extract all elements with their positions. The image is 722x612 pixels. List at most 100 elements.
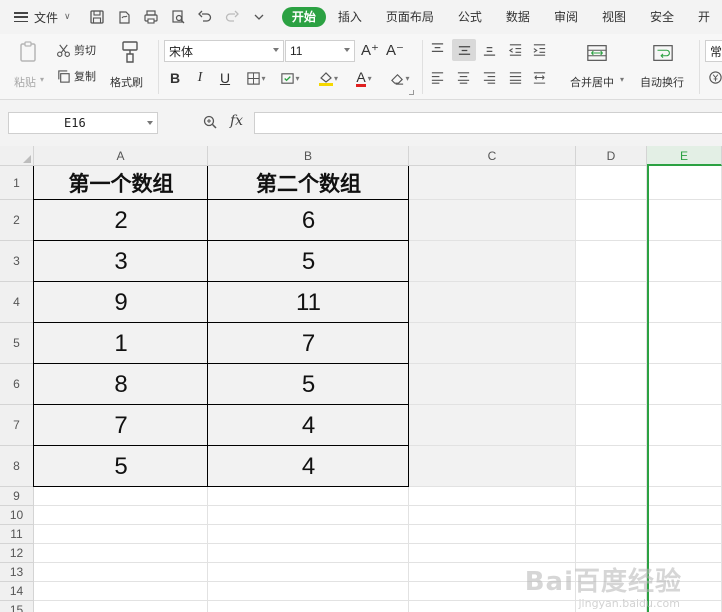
table-cell[interactable]: 7 bbox=[34, 405, 208, 446]
tab-review[interactable]: 审阅 bbox=[542, 7, 590, 27]
table-cell[interactable]: 1 bbox=[34, 323, 208, 364]
select-all-button[interactable] bbox=[0, 146, 34, 166]
print-icon[interactable] bbox=[143, 9, 160, 26]
tab-developer[interactable]: 开 bbox=[686, 7, 722, 27]
grow-font-button[interactable]: A⁺ bbox=[361, 41, 379, 59]
wrap-text-button[interactable]: 自动换行 bbox=[638, 40, 692, 92]
table-cell[interactable] bbox=[409, 200, 575, 240]
align-top-button[interactable] bbox=[430, 42, 448, 58]
tab-data[interactable]: 数据 bbox=[494, 7, 542, 27]
save-icon[interactable] bbox=[89, 9, 106, 26]
format-painter-button[interactable]: 格式刷 bbox=[110, 40, 152, 92]
chevron-down-icon: ▾ bbox=[405, 73, 410, 83]
name-box[interactable]: E16 bbox=[8, 112, 158, 134]
tab-insert[interactable]: 插入 bbox=[326, 7, 374, 27]
underline-button[interactable]: U bbox=[216, 68, 234, 88]
table-cell[interactable] bbox=[409, 166, 575, 199]
column-header-a[interactable]: A bbox=[34, 146, 208, 166]
row-header-3[interactable]: 3 bbox=[0, 241, 34, 282]
column-header-b[interactable]: B bbox=[208, 146, 409, 166]
distributed-align-button[interactable] bbox=[532, 70, 550, 86]
clear-format-button[interactable]: ▾ bbox=[386, 68, 414, 88]
table-cell[interactable] bbox=[409, 405, 575, 445]
row-header-11[interactable]: 11 bbox=[0, 525, 34, 544]
table-cell[interactable]: 5 bbox=[208, 364, 409, 405]
row-header-15[interactable]: 15 bbox=[0, 601, 34, 612]
table-cell[interactable] bbox=[409, 364, 575, 404]
align-bottom-button[interactable] bbox=[482, 42, 500, 58]
print-preview-icon[interactable] bbox=[170, 9, 187, 26]
shrink-font-button[interactable]: A⁻ bbox=[386, 41, 404, 59]
currency-icon[interactable] bbox=[708, 70, 722, 86]
row-header-8[interactable]: 8 bbox=[0, 446, 34, 487]
row-header-7[interactable]: 7 bbox=[0, 405, 34, 446]
table-cell[interactable] bbox=[409, 446, 575, 486]
align-center-button[interactable] bbox=[456, 70, 474, 86]
table-cell[interactable] bbox=[409, 323, 575, 363]
column-header-e[interactable]: E bbox=[647, 146, 722, 166]
output-pdf-icon[interactable] bbox=[116, 9, 133, 26]
row-header-12[interactable]: 12 bbox=[0, 544, 34, 563]
worksheet-grid[interactable]: ABCDE 1 2 3 4 5 6 7 8 9 10 11 12 13 14 15 第一个数组 第二个数组 2 6… bbox=[0, 146, 722, 612]
fill-color-button[interactable]: ▾ bbox=[314, 68, 342, 88]
table-cell[interactable]: 11 bbox=[208, 282, 409, 323]
table-cell[interactable]: 4 bbox=[208, 405, 409, 446]
table-cell[interactable]: 7 bbox=[208, 323, 409, 364]
file-menu[interactable]: 文件 ∨ bbox=[0, 9, 85, 26]
font-color-button[interactable]: A ▾ bbox=[350, 68, 378, 88]
table-cell[interactable]: 6 bbox=[208, 200, 409, 241]
font-name-select[interactable]: 宋体 bbox=[164, 40, 284, 62]
table-cell[interactable]: 5 bbox=[34, 446, 208, 487]
table-cell[interactable]: 5 bbox=[208, 241, 409, 282]
table-cell[interactable]: 2 bbox=[34, 200, 208, 241]
tab-home[interactable]: 开始 bbox=[281, 7, 326, 27]
italic-button[interactable]: I bbox=[191, 68, 209, 88]
table-cell[interactable]: 9 bbox=[34, 282, 208, 323]
paste-button[interactable]: 粘贴 ▾ bbox=[12, 40, 46, 92]
row-header-9[interactable]: 9 bbox=[0, 487, 34, 506]
table-header-cell[interactable]: 第二个数组 bbox=[208, 166, 409, 200]
row-header-6[interactable]: 6 bbox=[0, 364, 34, 405]
row-header-4[interactable]: 4 bbox=[0, 282, 34, 323]
column-header-d[interactable]: D bbox=[576, 146, 647, 166]
table-cell[interactable] bbox=[409, 282, 575, 322]
cut-button[interactable]: 剪切 bbox=[56, 40, 106, 60]
row-header-2[interactable]: 2 bbox=[0, 200, 34, 241]
formula-input[interactable] bbox=[254, 112, 722, 134]
redo-icon[interactable] bbox=[224, 9, 241, 26]
tab-page-layout[interactable]: 页面布局 bbox=[374, 7, 446, 27]
column-header-c[interactable]: C bbox=[409, 146, 576, 166]
align-top-icon bbox=[431, 43, 444, 52]
font-size-select[interactable]: 11 bbox=[285, 40, 355, 62]
row-header-1[interactable]: 1 bbox=[0, 166, 34, 200]
insert-function-button[interactable]: fx bbox=[230, 113, 243, 129]
table-cell[interactable]: 4 bbox=[208, 446, 409, 487]
merge-center-button[interactable]: 合并居中 ▾ bbox=[566, 40, 628, 92]
table-header-cell[interactable]: 第一个数组 bbox=[34, 166, 208, 200]
customize-toolbar-icon[interactable] bbox=[251, 9, 268, 26]
table-cell[interactable]: 3 bbox=[34, 241, 208, 282]
borders-button[interactable]: ▾ bbox=[242, 68, 270, 88]
zoom-search-icon[interactable] bbox=[202, 114, 220, 132]
decrease-indent-button[interactable] bbox=[508, 42, 526, 58]
cell-style-button[interactable]: ▾ bbox=[276, 68, 304, 88]
align-left-button[interactable] bbox=[430, 70, 448, 86]
align-middle-button[interactable] bbox=[452, 39, 476, 61]
table-cell[interactable]: 8 bbox=[34, 364, 208, 405]
align-right-button[interactable] bbox=[482, 70, 500, 86]
tab-view[interactable]: 视图 bbox=[590, 7, 638, 27]
row-header-5[interactable]: 5 bbox=[0, 323, 34, 364]
row-header-10[interactable]: 10 bbox=[0, 506, 34, 525]
bold-button[interactable]: B bbox=[166, 68, 184, 88]
copy-button[interactable]: 复制 bbox=[56, 66, 106, 86]
font-dialog-launcher[interactable] bbox=[409, 90, 414, 95]
tab-formulas[interactable]: 公式 bbox=[446, 7, 494, 27]
table-cell[interactable] bbox=[409, 241, 575, 281]
justify-button[interactable] bbox=[508, 70, 526, 86]
increase-indent-button[interactable] bbox=[532, 42, 550, 58]
number-format-select[interactable]: 常 bbox=[705, 40, 722, 62]
row-header-13[interactable]: 13 bbox=[0, 563, 34, 582]
row-header-14[interactable]: 14 bbox=[0, 582, 34, 601]
undo-icon[interactable] bbox=[197, 9, 214, 26]
tab-security[interactable]: 安全 bbox=[638, 7, 686, 27]
